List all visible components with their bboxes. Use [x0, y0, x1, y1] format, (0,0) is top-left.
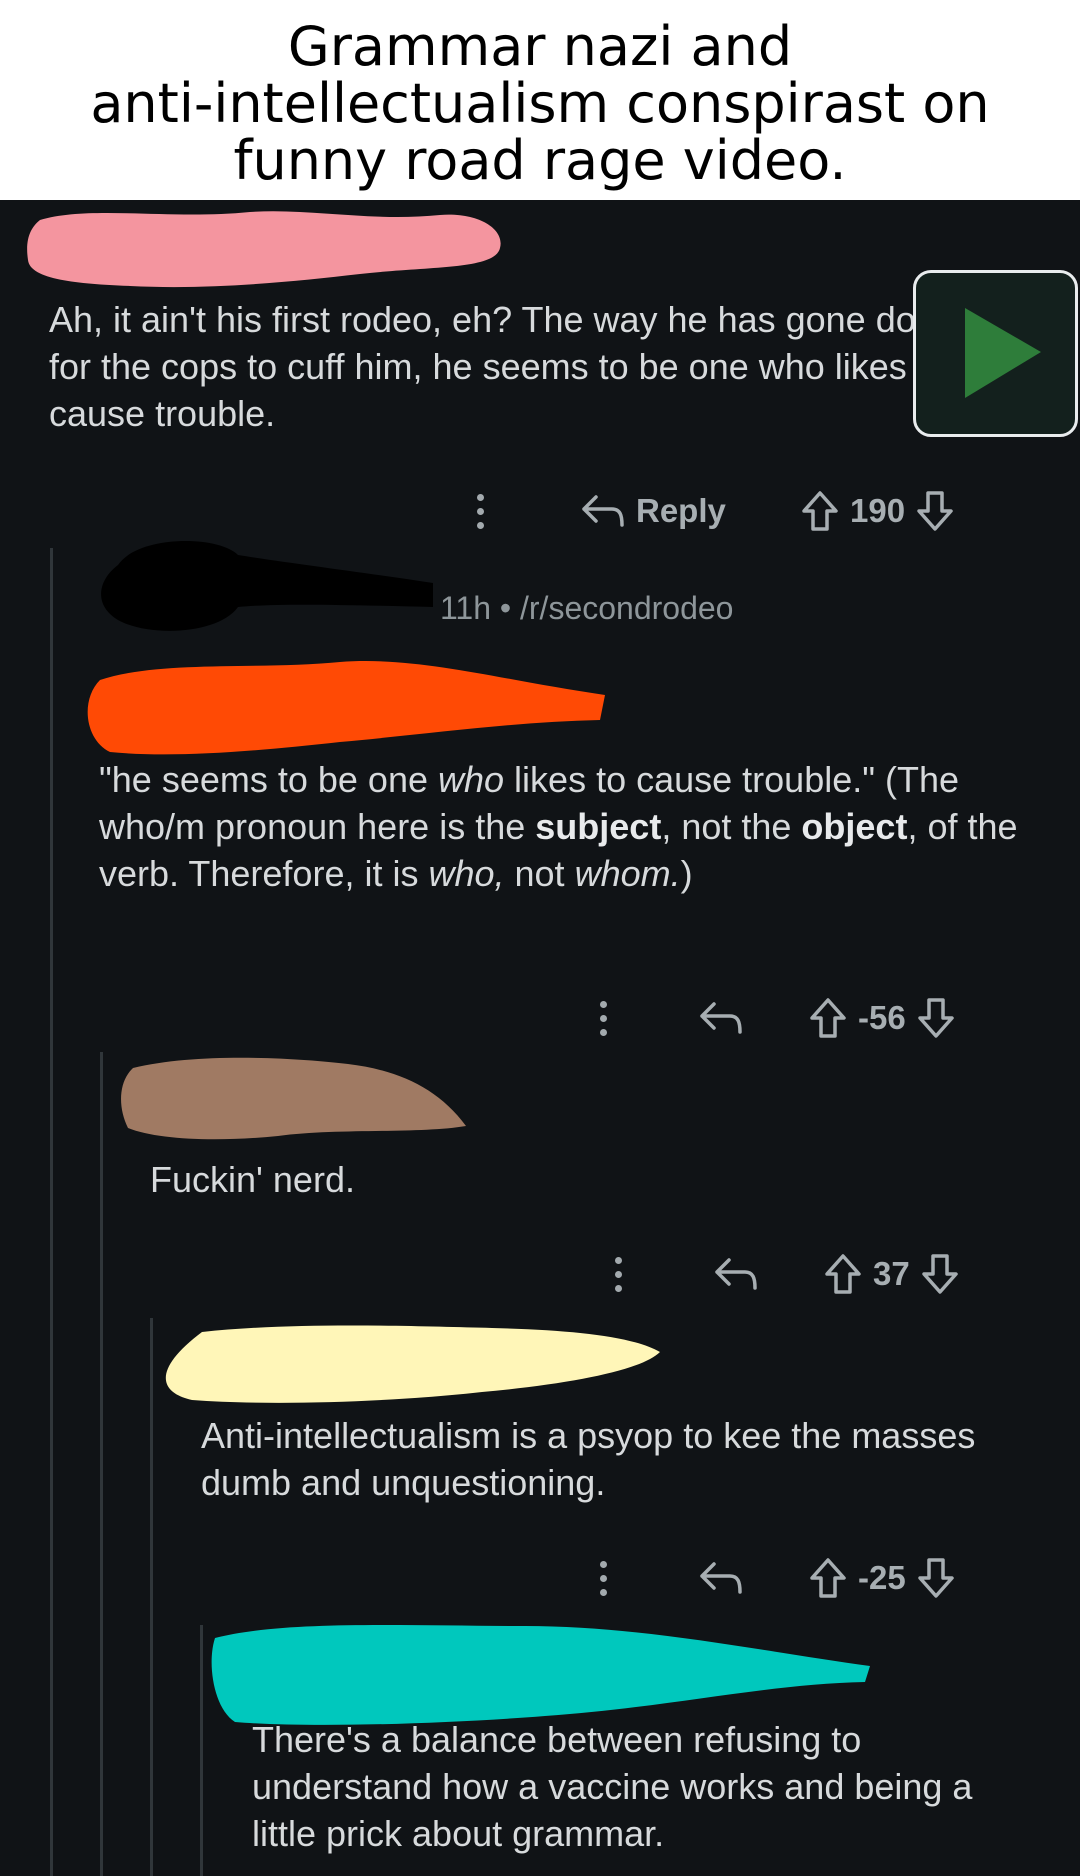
more-options-button[interactable]	[470, 483, 490, 539]
comment-3-body: Fuckin' nerd.	[150, 1159, 355, 1200]
upvote-arrow-icon[interactable]	[808, 996, 848, 1040]
play-icon	[965, 308, 1041, 398]
caption-line-2: anti-intellectualism conspirast on	[90, 72, 990, 135]
redacted-avatar-scribble	[101, 541, 433, 631]
comment-1-actions: Reply 190	[470, 483, 1010, 539]
redacted-username-scribble	[121, 1057, 467, 1140]
downvote-arrow-icon[interactable]	[916, 996, 956, 1040]
comment-2-meta: 11h • /r/secondrodeo	[440, 590, 734, 626]
more-vertical-icon	[608, 1246, 628, 1302]
caption-line-1: Grammar nazi and	[287, 15, 793, 78]
reply-arrow-icon	[700, 1002, 742, 1034]
reply-button[interactable]	[698, 1550, 744, 1606]
vote-controls: 37	[823, 1246, 960, 1302]
comment-2-actions: -56	[593, 990, 1013, 1046]
reply-arrow-icon	[582, 495, 624, 527]
reply-arrow-icon	[700, 1562, 742, 1594]
upvote-arrow-icon[interactable]	[808, 1556, 848, 1600]
video-play-button[interactable]	[913, 270, 1078, 437]
more-options-button[interactable]	[593, 990, 613, 1046]
redacted-username-scribble	[211, 1625, 870, 1725]
more-options-button[interactable]	[593, 1550, 613, 1606]
thread-line-level-2[interactable]	[100, 1052, 103, 1876]
reply-button[interactable]	[713, 1246, 759, 1302]
reply-button[interactable]: Reply	[580, 483, 736, 539]
downvote-arrow-icon[interactable]	[915, 489, 955, 533]
vote-count: 37	[873, 1255, 910, 1292]
vote-count: -56	[858, 999, 906, 1036]
comment-2-body: "he seems to be one who likes to cause t…	[99, 759, 1018, 894]
thread-line-level-1[interactable]	[50, 548, 53, 1876]
downvote-arrow-icon[interactable]	[920, 1252, 960, 1296]
comment-5-body: There's a balance between refusing to un…	[252, 1719, 973, 1854]
more-vertical-icon	[470, 483, 490, 539]
reply-button[interactable]	[698, 990, 744, 1046]
vote-controls: -25	[808, 1550, 956, 1606]
comment-3-actions: 37	[608, 1246, 1013, 1302]
comment-4-actions: -25	[593, 1550, 1013, 1606]
vote-controls: -56	[808, 990, 956, 1046]
more-vertical-icon	[593, 990, 613, 1046]
more-options-button[interactable]	[608, 1246, 628, 1302]
thread-line-level-4[interactable]	[200, 1625, 203, 1876]
vote-count: -25	[858, 1559, 906, 1596]
comment-4-body: Anti-intellectualism is a psyop to kee t…	[201, 1415, 976, 1503]
meme-caption: Grammar nazi and anti-intellectualism co…	[0, 0, 1080, 200]
upvote-arrow-icon[interactable]	[823, 1252, 863, 1296]
caption-line-3: funny road rage video.	[233, 129, 847, 192]
downvote-arrow-icon[interactable]	[916, 1556, 956, 1600]
redacted-username-scribble	[165, 1325, 661, 1403]
vote-count: 190	[850, 492, 906, 529]
vote-controls: 190	[800, 483, 955, 539]
reply-arrow-icon	[715, 1258, 757, 1290]
reply-label: Reply	[636, 492, 726, 529]
more-vertical-icon	[593, 1550, 613, 1606]
upvote-arrow-icon[interactable]	[800, 489, 840, 533]
comment-1-body: Ah, it ain't his first rodeo, eh? The wa…	[49, 299, 962, 434]
redacted-username-scribble	[27, 211, 501, 288]
